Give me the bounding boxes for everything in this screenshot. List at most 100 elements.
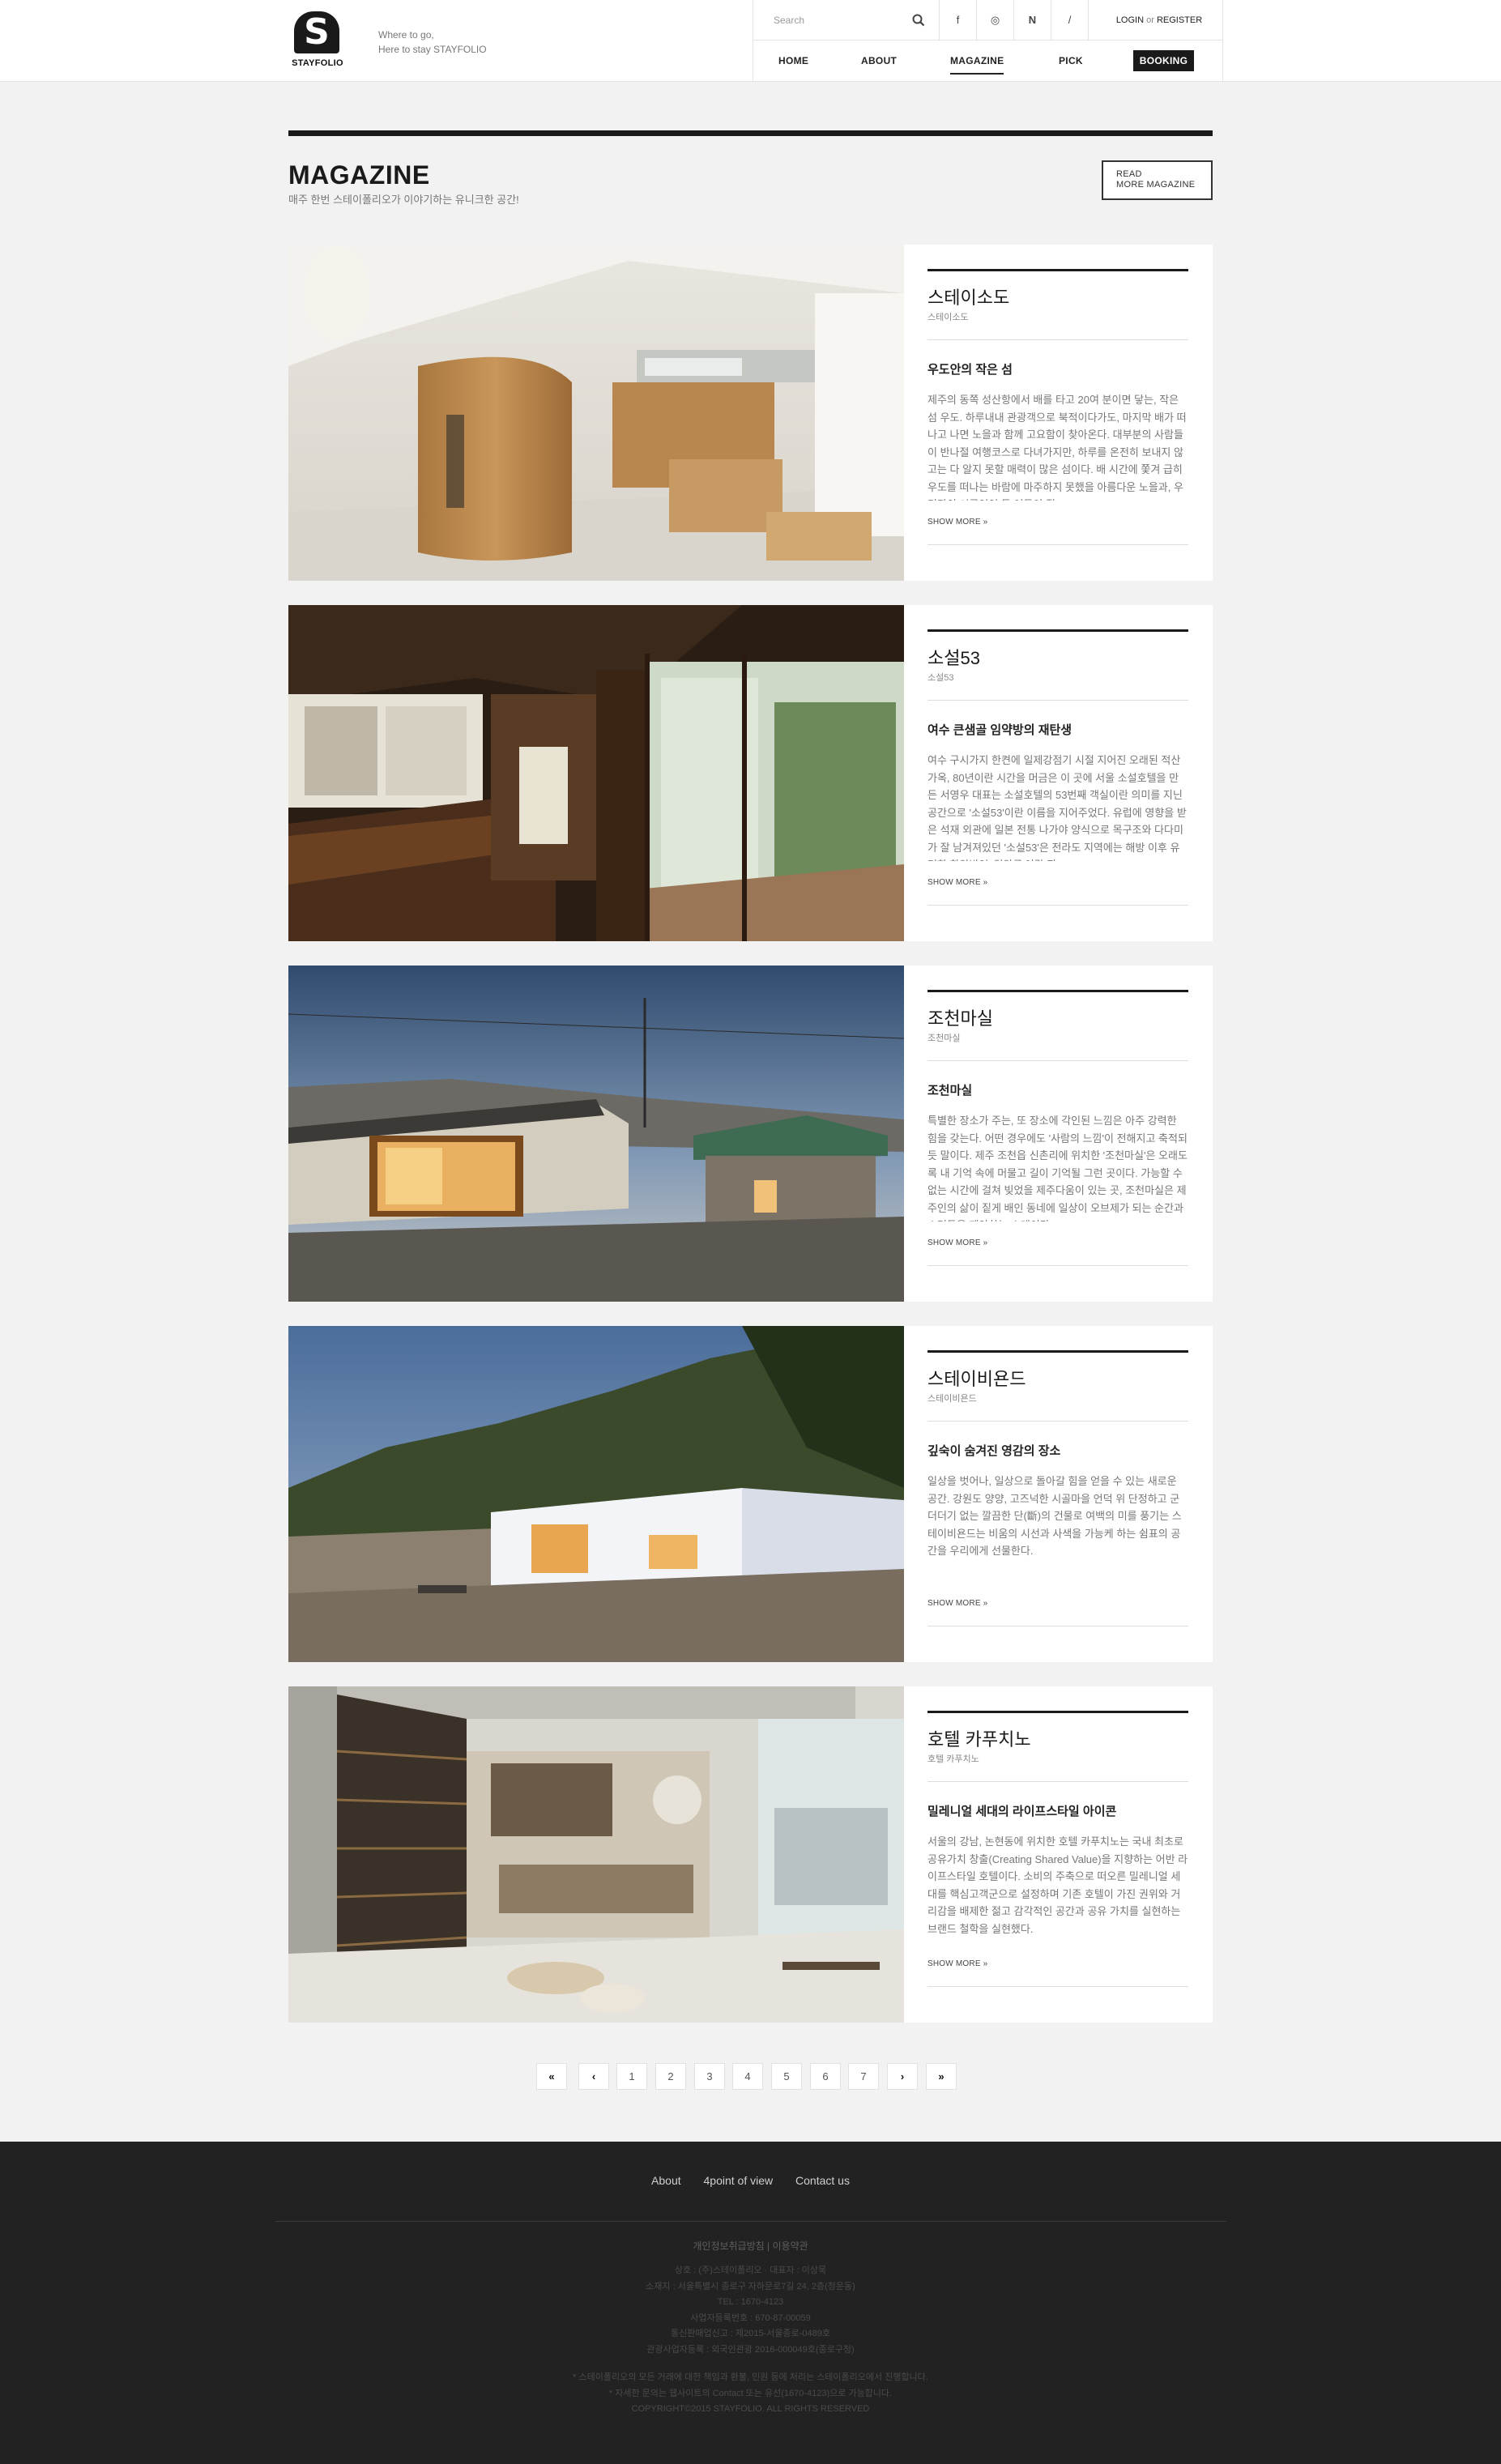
card-top-rule (927, 1350, 1188, 1353)
card-title[interactable]: 호텔 카푸치노 (927, 1725, 1031, 1751)
card-divider (927, 1421, 1188, 1422)
tagline: Where to go, Here to stay STAYFOLIO (378, 28, 487, 57)
card-headline: 여수 큰샘골 임약방의 재탄생 (927, 723, 1072, 737)
show-more-link[interactable]: SHOW MORE » (927, 1959, 987, 1968)
search-icon[interactable] (910, 12, 927, 28)
card-divider (927, 905, 1188, 906)
card-info: 조천마실 조천마실 조천마실 특별한 장소가 주는, 또 장소에 각인된 느낌은… (927, 966, 1188, 1302)
card-headline: 깊숙이 숨겨진 영감의 장소 (927, 1444, 1061, 1458)
card-description: 일상을 벗어나, 일상으로 돌아갈 힘을 얻을 수 있는 새로운 공간. 강원도… (927, 1475, 1182, 1557)
facebook-icon[interactable]: f (940, 0, 977, 40)
read-more-line-1: READ (1116, 169, 1142, 179)
card-title[interactable]: 스테이비욘드 (927, 1365, 1026, 1391)
show-more-link[interactable]: SHOW MORE » (927, 1599, 987, 1608)
search-box (753, 0, 940, 40)
footer-link-contact[interactable]: Contact us (795, 2174, 850, 2187)
pagination-page-5[interactable]: 5 (771, 2063, 802, 2090)
card-description: 특별한 장소가 주는, 또 장소에 각인된 느낌은 아주 강력한 힘을 갖는다.… (927, 1115, 1188, 1221)
pagination-page-7[interactable]: 7 (848, 2063, 879, 2090)
card-subtitle: 조천마실 (927, 1034, 961, 1043)
nav-pick[interactable]: PICK (1059, 53, 1083, 68)
pagination-first[interactable]: « (536, 2063, 567, 2090)
footer-info-line: 사업자등록번호 : 670-87-00059 (690, 2313, 811, 2323)
login-or: or (1146, 15, 1154, 25)
pagination-page-2[interactable]: 2 (655, 2063, 686, 2090)
magazine-card[interactable]: 스테이비욘드 스테이비욘드 깊숙이 숨겨진 영감의 장소 일상을 벗어나, 일상… (288, 1326, 1213, 1662)
card-top-rule (927, 990, 1188, 992)
card-photo[interactable] (288, 1326, 904, 1662)
section-top-rule (288, 130, 1213, 136)
footer-policy-links[interactable]: 개인정보취급방침 | 이용약관 (0, 2239, 1501, 2253)
search-input[interactable] (774, 12, 911, 28)
show-more-link[interactable]: SHOW MORE » (927, 1238, 987, 1247)
page-title: MAGAZINE (288, 160, 430, 190)
card-divider (927, 1781, 1188, 1782)
card-photo[interactable] (288, 966, 904, 1302)
card-photo[interactable] (288, 245, 904, 581)
register-link[interactable]: REGISTER (1157, 15, 1202, 25)
pagination-page-6[interactable]: 6 (810, 2063, 841, 2090)
read-more-magazine-button[interactable]: READ MORE MAGAZINE (1102, 160, 1213, 200)
card-subtitle: 호텔 카푸치노 (927, 1754, 979, 1764)
show-more-link[interactable]: SHOW MORE » (927, 518, 987, 526)
utility-bar: f ◎ N / LOGIN or REGISTER (753, 0, 1223, 40)
card-divider (927, 1986, 1188, 1987)
card-title[interactable]: 소설53 (927, 644, 980, 670)
login-link[interactable]: LOGIN (1116, 15, 1144, 25)
pagination-next[interactable]: › (887, 2063, 918, 2090)
footer-links: About 4point of view Contact us (0, 2174, 1501, 2187)
naver-blog-icon[interactable]: N (1014, 0, 1051, 40)
footer-link-4point[interactable]: 4point of view (704, 2174, 774, 2187)
card-subtitle: 소설53 (927, 673, 954, 683)
footer-notice-line: * 스테이폴리오의 모든 거래에 대한 책임과 환불, 민원 등에 처리는 스테… (573, 2372, 928, 2382)
card-photo[interactable] (288, 1686, 904, 2023)
magazine-card[interactable]: 스테이소도 스테이소도 우도안의 작은 섬 제주의 동쪽 성산항에서 배를 타고… (288, 245, 1213, 581)
footer-link-about[interactable]: About (651, 2174, 681, 2187)
footer-info-line: 관광사업자등록 : 외국인관광 2016-000049호(종로구청) (646, 2344, 855, 2355)
card-divider (927, 1265, 1188, 1266)
logo-text: STAYFOLIO (292, 58, 343, 68)
main-nav: HOME ABOUT MAGAZINE PICK BOOKING (753, 40, 1223, 82)
card-top-rule (927, 629, 1188, 632)
footer-copyright-line: COPYRIGHT©2015 STAYFOLIO. ALL RIGHTS RES… (631, 2404, 870, 2414)
card-divider (927, 339, 1188, 340)
card-top-rule (927, 269, 1188, 271)
card-divider (927, 544, 1188, 545)
card-title[interactable]: 조천마실 (927, 1004, 993, 1030)
booking-button[interactable]: BOOKING (1133, 50, 1194, 71)
card-info: 스테이비욘드 스테이비욘드 깊숙이 숨겨진 영감의 장소 일상을 벗어나, 일상… (927, 1326, 1188, 1662)
card-subtitle: 스테이비욘드 (927, 1394, 977, 1404)
nav-magazine[interactable]: MAGAZINE (950, 53, 1004, 75)
footer-info-line: TEL : 1670-4123 (717, 2297, 784, 2307)
magazine-card[interactable]: 호텔 카푸치노 호텔 카푸치노 밀레니얼 세대의 라이프스타일 아이콘 서울의 … (288, 1686, 1213, 2023)
tagline-line-2: Here to stay STAYFOLIO (378, 44, 487, 55)
magazine-card[interactable]: 소설53 소설53 여수 큰샘골 임약방의 재탄생 여수 구시가지 한켠에 일제… (288, 605, 1213, 941)
pagination-page-3[interactable]: 3 (694, 2063, 725, 2090)
card-headline: 조천마실 (927, 1084, 973, 1098)
card-photo[interactable] (288, 605, 904, 941)
magazine-card[interactable]: 조천마실 조천마실 조천마실 특별한 장소가 주는, 또 장소에 각인된 느낌은… (288, 966, 1213, 1302)
card-subtitle: 스테이소도 (927, 313, 969, 322)
show-more-link[interactable]: SHOW MORE » (927, 878, 987, 887)
page-subtitle: 매주 한번 스테이폴리오가 이야기하는 유니크한 공간! (288, 194, 519, 206)
logo-mark-icon: S (294, 11, 339, 53)
tagline-line-1: Where to go, (378, 29, 434, 40)
site-header: S STAYFOLIO Where to go, Here to stay ST… (0, 0, 1501, 82)
nav-about[interactable]: ABOUT (861, 53, 897, 68)
card-top-rule (927, 1711, 1188, 1713)
pagination-prev[interactable]: ‹ (578, 2063, 609, 2090)
nav-home[interactable]: HOME (778, 53, 808, 68)
footer-copyright: * 스테이폴리오의 모든 거래에 대한 책임과 환불, 민원 등에 처리는 스테… (0, 2370, 1501, 2418)
card-title[interactable]: 스테이소도 (927, 283, 1009, 309)
card-headline: 우도안의 작은 섬 (927, 363, 1013, 377)
instagram-icon[interactable]: ◎ (977, 0, 1014, 40)
stayfolio-logo[interactable]: S STAYFOLIO (288, 11, 347, 70)
pagination-page-4[interactable]: 4 (732, 2063, 763, 2090)
footer-notice-line: * 자세한 문의는 웹사이트의 Contact 또는 유선(1670-4123)… (608, 2388, 893, 2398)
card-description: 여수 구시가지 한켠에 일제강점기 시절 지어진 오래된 적산가옥, 80년이란… (927, 754, 1187, 861)
brunch-icon[interactable]: / (1051, 0, 1089, 40)
pagination-last[interactable]: » (926, 2063, 957, 2090)
pagination-page-1[interactable]: 1 (616, 2063, 647, 2090)
footer-info-line: 소재지 : 서울특별시 종로구 자하문로7길 24, 2층(청운동) (646, 2281, 855, 2291)
card-description: 제주의 동쪽 성산항에서 배를 타고 20여 분이면 닿는, 작은 섬 우도. … (927, 394, 1187, 501)
